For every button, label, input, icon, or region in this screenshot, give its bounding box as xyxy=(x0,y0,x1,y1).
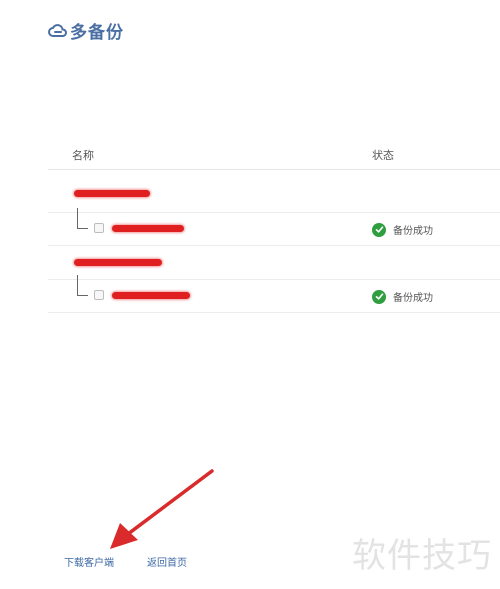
file-checkbox[interactable] xyxy=(94,290,104,300)
tree-connector xyxy=(77,208,88,229)
status-cell: 备份成功 xyxy=(372,289,433,304)
cloud-icon xyxy=(48,23,68,39)
table-row-group[interactable] xyxy=(48,170,500,213)
redacted-folder-name xyxy=(74,190,150,197)
file-checkbox[interactable] xyxy=(94,223,104,233)
status-text: 备份成功 xyxy=(393,226,433,237)
brand-name: 多备份 xyxy=(70,23,124,43)
status-cell: 备份成功 xyxy=(372,222,433,237)
success-check-icon xyxy=(372,222,386,237)
redacted-file-name xyxy=(112,225,184,232)
download-client-link[interactable]: 下载客户端 xyxy=(64,554,114,569)
success-check-icon xyxy=(372,289,386,304)
column-header-status: 状态 xyxy=(372,149,394,162)
table-row-group[interactable] xyxy=(48,246,500,280)
table-header: 名称 状态 xyxy=(48,140,500,170)
back-home-link[interactable]: 返回首页 xyxy=(147,554,187,569)
table-row-file[interactable]: 备份成功 xyxy=(48,208,500,246)
status-text: 备份成功 xyxy=(393,293,433,304)
tree-connector xyxy=(77,275,88,296)
redacted-folder-name xyxy=(74,259,162,266)
column-header-name: 名称 xyxy=(72,149,94,162)
annotation-arrow-icon xyxy=(110,469,214,549)
watermark-text: 软件技巧 xyxy=(352,536,492,576)
redacted-file-name xyxy=(112,292,190,299)
table-row-file[interactable]: 备份成功 xyxy=(48,275,500,313)
brand-logo[interactable]: 多备份 xyxy=(48,18,124,43)
